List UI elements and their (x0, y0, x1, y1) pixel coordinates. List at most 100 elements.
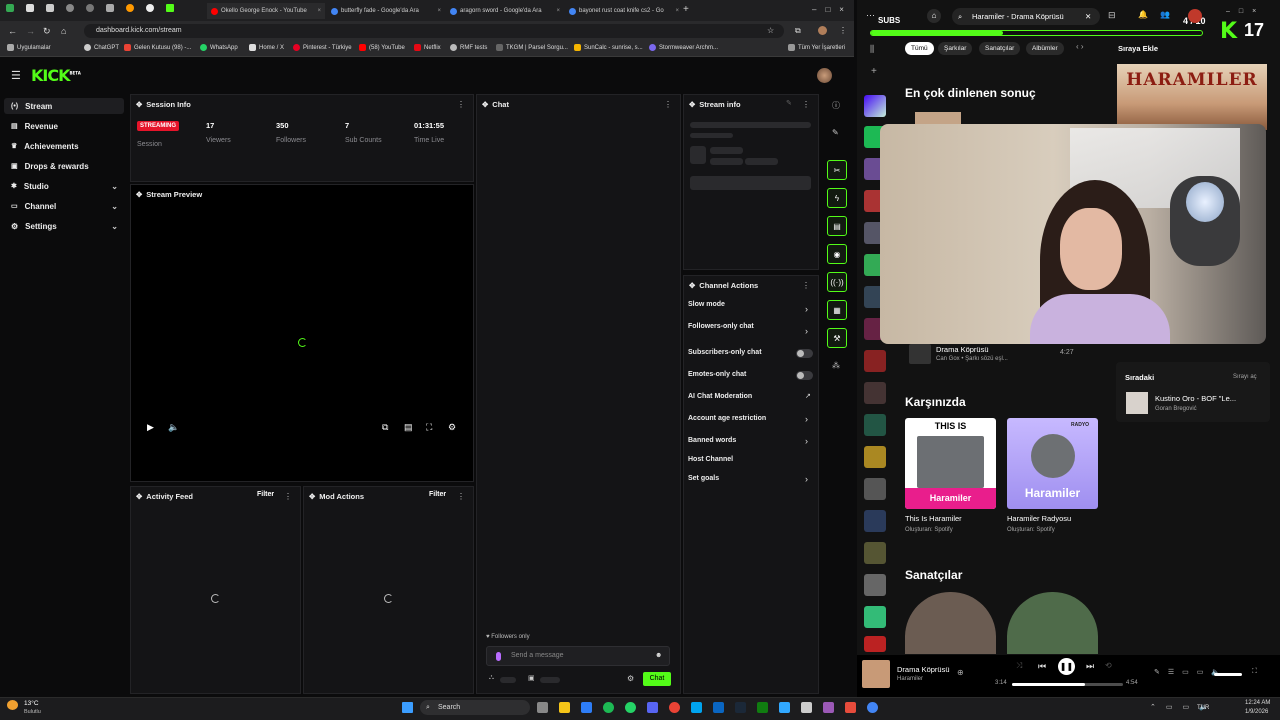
previous-icon[interactable]: ⏮ (1038, 661, 1046, 672)
whatsapp-icon[interactable] (625, 702, 636, 713)
card-title[interactable]: Haramiler Radyosu (1007, 514, 1071, 523)
windows-start-icon[interactable] (402, 702, 413, 713)
bookmark-item[interactable]: Home / X (249, 44, 284, 51)
window-controls[interactable]: –□× (812, 5, 853, 14)
all-bookmarks[interactable]: Tüm Yer İşaretleri (788, 44, 845, 51)
close-icon[interactable]: × (437, 8, 441, 14)
sidebar-item-achievements[interactable]: ♛ Achievements (4, 138, 124, 154)
microphone-icon[interactable] (496, 652, 501, 661)
close-icon[interactable]: × (317, 8, 321, 14)
app-icon[interactable] (26, 4, 34, 12)
reload-icon[interactable]: ↻ (43, 26, 51, 37)
this-is-card-art[interactable]: THIS IS Haramiler (905, 418, 996, 509)
app-icon[interactable] (146, 4, 154, 12)
bookmark-item[interactable]: Uygulamalar (7, 44, 51, 51)
chevron-right-icon[interactable]: › (805, 326, 808, 336)
playlist-thumbnail[interactable] (864, 350, 886, 372)
profile-avatar[interactable] (818, 26, 827, 35)
chat-input[interactable]: Send a message ☻ (486, 646, 670, 666)
extensions-icon[interactable]: ⁂ (832, 361, 840, 370)
bookmark-star-icon[interactable]: ☆ (767, 26, 774, 35)
broadcast-icon[interactable]: ((·)) (827, 272, 847, 292)
browser-tab[interactable]: Okello George Enock - YouTube × (207, 3, 325, 19)
playlist-thumbnail[interactable] (864, 478, 886, 500)
drag-handle-icon[interactable]: ✥ (689, 281, 695, 290)
player-album-art[interactable] (862, 660, 890, 688)
app-icon[interactable] (823, 702, 834, 713)
edit-layout-icon[interactable]: ✎ (832, 128, 839, 137)
track-thumbnail[interactable] (909, 344, 931, 364)
app-icon[interactable] (66, 4, 74, 12)
weather-icon[interactable] (7, 700, 18, 710)
window-controls[interactable]: –□× (1226, 8, 1265, 15)
profile-avatar[interactable] (1188, 9, 1202, 23)
chips-scroll-icon[interactable]: ‹ › (1076, 42, 1084, 51)
playlist-thumbnail[interactable] (864, 542, 886, 564)
kick-logo[interactable]: KICKBETA (31, 66, 81, 85)
bookmark-item[interactable]: WhatsApp (200, 44, 238, 51)
clip-icon[interactable]: ✂ (827, 160, 847, 180)
xbox-icon[interactable] (757, 702, 768, 713)
steam-icon[interactable] (735, 702, 746, 713)
sidebar-item-settings[interactable]: ⚙ Settings ⌄ (4, 218, 124, 234)
bookmark-item[interactable]: Gelen Kutusu (98) -... (124, 44, 191, 51)
store-icon[interactable]: ▦ (827, 300, 847, 320)
friends-icon[interactable]: 👥 (1160, 10, 1170, 19)
menu-dots-icon[interactable]: ⋯ (866, 10, 875, 21)
track-title[interactable]: Drama Köprüsü (936, 345, 989, 354)
playlist-thumbnail[interactable] (864, 382, 886, 404)
close-icon[interactable]: × (556, 8, 560, 14)
app-icon[interactable] (581, 702, 592, 713)
playlist-thumbnail[interactable] (864, 574, 886, 596)
bookmark-item[interactable]: RMF tests (450, 44, 487, 51)
hamburger-menu-icon[interactable]: ☰ (11, 69, 21, 82)
chevron-right-icon[interactable]: › (805, 436, 808, 446)
set-goals-option[interactable]: Set goals (688, 475, 719, 482)
bookmark-item[interactable]: TKGM | Parsel Sorgu... (496, 44, 568, 51)
filter-chip-all[interactable]: Tümü (905, 42, 934, 55)
sidebar-item-drops-rewards[interactable]: ▣ Drops & rewards (4, 158, 124, 174)
sidebar-item-channel[interactable]: ▭ Channel ⌄ (4, 198, 124, 214)
drag-handle-icon[interactable]: ✥ (136, 492, 142, 501)
photoshop-icon[interactable] (779, 702, 790, 713)
drag-handle-icon[interactable]: ✥ (136, 190, 142, 199)
theater-mode-icon[interactable]: ▤ (404, 422, 413, 433)
taskbar-search[interactable]: ⌕ Search (420, 700, 530, 715)
edit-icon[interactable]: ✎ (786, 99, 792, 107)
next-track-title[interactable]: Kustino Oro - BOF "Le... (1155, 394, 1236, 403)
new-tab-icon[interactable]: + (683, 4, 689, 15)
menu-dots-icon[interactable]: ⋮ (839, 26, 847, 35)
filter-chip-artists[interactable]: Sanatçılar (979, 42, 1021, 55)
chevron-right-icon[interactable]: › (805, 414, 808, 424)
create-playlist-icon[interactable]: + (871, 66, 877, 77)
chat-send-button[interactable]: Chat (643, 672, 671, 686)
app-icon[interactable] (691, 702, 702, 713)
task-view-icon[interactable] (537, 702, 548, 713)
close-icon[interactable]: ✕ (1085, 8, 1091, 25)
more-options-icon[interactable]: ⋮ (802, 281, 810, 290)
home-icon[interactable]: ⌂ (927, 9, 941, 23)
bookmark-item[interactable]: ChatGPT (84, 44, 119, 51)
filter-button[interactable]: Filter (429, 491, 446, 498)
pip-icon[interactable]: ⧉ (382, 422, 388, 433)
chevron-right-icon[interactable]: › (805, 474, 808, 484)
pause-button[interactable]: ❚❚ (1058, 658, 1075, 675)
radio-card-art[interactable]: RADYO Haramiler (1007, 418, 1098, 509)
chat-bubble-icon[interactable]: ◉ (827, 244, 847, 264)
extensions-icon[interactable]: ⧉ (795, 26, 801, 36)
sidebar-item-stream[interactable]: (•) Stream (4, 98, 124, 114)
app-icon[interactable] (801, 702, 812, 713)
app-icon[interactable] (845, 702, 856, 713)
browser-tab[interactable]: butterfly fade - Google'da Ara × (327, 3, 445, 19)
chrome-icon[interactable] (669, 702, 680, 713)
user-avatar[interactable] (817, 68, 832, 83)
subscribers-only-toggle[interactable] (796, 349, 813, 358)
player-track-title[interactable]: Drama Köprüsü (897, 665, 950, 674)
bookmark-item[interactable]: Stormweaver Archm... (649, 44, 718, 51)
playlist-thumbnail[interactable] (864, 510, 886, 532)
spotify-search-input[interactable]: ⌕ Haramiler - Drama Köprüsü ✕ (952, 8, 1100, 25)
bookmark-item[interactable]: Netflix (414, 44, 441, 51)
next-icon[interactable]: ⏭ (1086, 661, 1094, 672)
repeat-icon[interactable]: ⟲ (1105, 661, 1112, 670)
sidebar-item-revenue[interactable]: ▤ Revenue (4, 118, 124, 134)
